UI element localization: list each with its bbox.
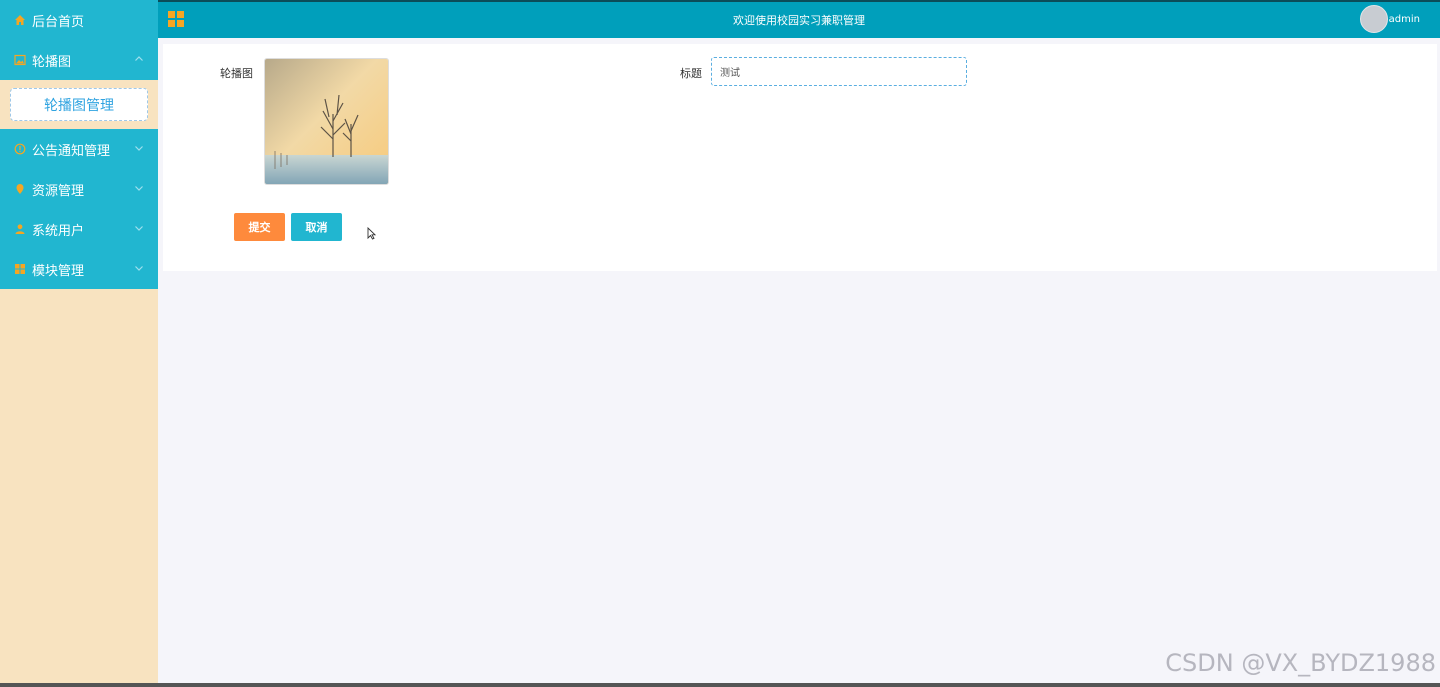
sidebar-item-label: 公告通知管理 (32, 143, 111, 159)
chevron-down-icon (134, 143, 144, 156)
sidebar: 后台首页 轮播图 轮播图管理 公告通知管理 资源管理 系统用户 模块管理 (0, 0, 158, 683)
watermark: CSDN @VX_BYDZ1988 (1165, 649, 1436, 677)
image-field-label: 轮播图 (220, 67, 253, 80)
title-input[interactable] (711, 57, 967, 86)
chevron-up-icon (134, 54, 144, 67)
user-icon (14, 223, 26, 235)
bottom-bar (0, 683, 1440, 687)
submit-button[interactable]: 提交 (234, 213, 285, 241)
top-header: 欢迎使用校园实习兼职管理 admin (158, 0, 1440, 38)
sidebar-menu: 后台首页 轮播图 (0, 0, 158, 80)
sidebar-item-label: 系统用户 (32, 223, 85, 239)
sidebar-item-announcements[interactable]: 公告通知管理 (0, 129, 158, 169)
chevron-down-icon (134, 183, 144, 196)
chevron-down-icon (134, 263, 144, 276)
sidebar-menu-rest: 公告通知管理 资源管理 系统用户 模块管理 (0, 129, 158, 289)
sidebar-item-label: 资源管理 (32, 183, 85, 199)
carousel-image-preview[interactable] (264, 58, 389, 185)
sidebar-item-system-users[interactable]: 系统用户 (0, 209, 158, 249)
username[interactable]: admin (1389, 14, 1420, 25)
header-title: 欢迎使用校园实习兼职管理 (733, 14, 865, 27)
sidebar-subitem-carousel-management[interactable]: 轮播图管理 (10, 88, 148, 121)
home-icon (14, 14, 26, 26)
chevron-down-icon (134, 223, 144, 236)
sidebar-item-carousel[interactable]: 轮播图 (0, 40, 158, 80)
grid-icon (14, 263, 26, 275)
mouse-cursor-icon (367, 225, 377, 244)
sidebar-item-modules[interactable]: 模块管理 (0, 249, 158, 289)
location-pin-icon (14, 183, 26, 195)
sidebar-submenu-carousel: 轮播图管理 (0, 80, 158, 129)
sidebar-item-label: 轮播图 (32, 54, 72, 70)
cancel-button[interactable]: 取消 (291, 213, 342, 241)
avatar[interactable] (1360, 5, 1388, 33)
sidebar-item-label: 后台首页 (32, 14, 85, 30)
sidebar-item-home[interactable]: 后台首页 (0, 0, 158, 40)
sidebar-item-label: 模块管理 (32, 263, 85, 279)
info-icon (14, 143, 26, 155)
image-icon (14, 54, 26, 66)
title-field-label: 标题 (680, 67, 702, 80)
sidebar-item-resources[interactable]: 资源管理 (0, 169, 158, 209)
edit-form-panel: 轮播图 标题 测试 提交 取消 (163, 44, 1437, 271)
